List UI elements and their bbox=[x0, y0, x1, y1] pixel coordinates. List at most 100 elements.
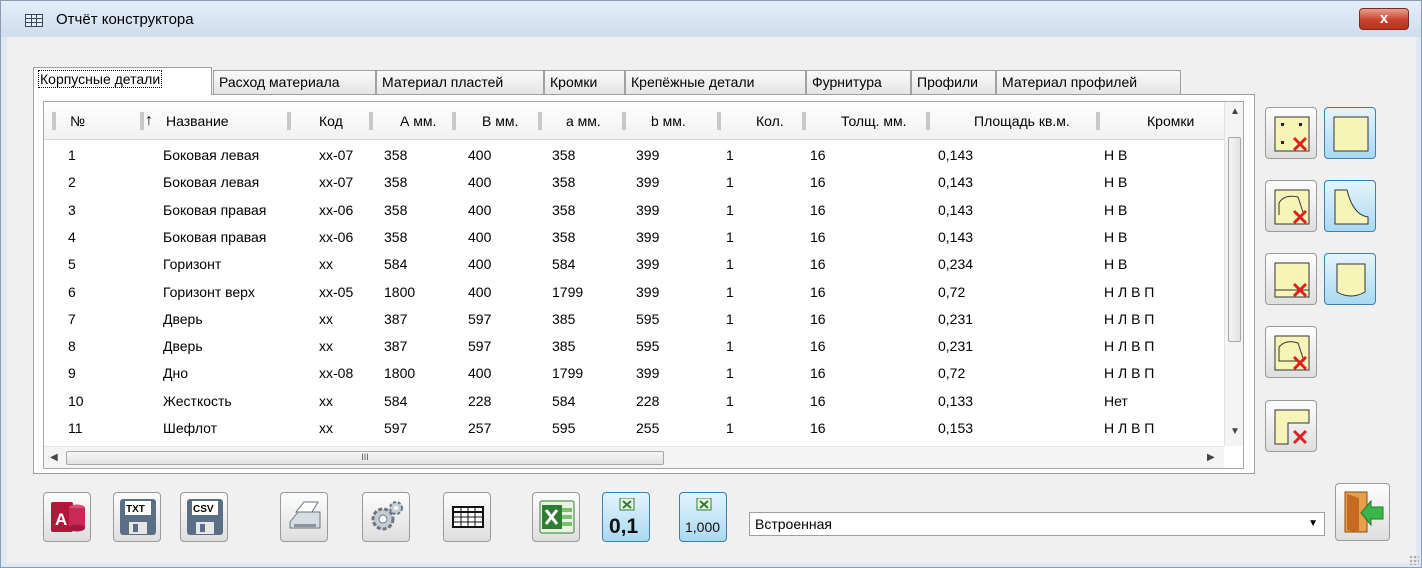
square-panel-button[interactable] bbox=[1324, 107, 1376, 159]
table-cell: 595 bbox=[552, 420, 576, 436]
table-cell: 597 bbox=[384, 420, 408, 436]
export-txt-button[interactable]: TXT bbox=[113, 492, 161, 542]
panel-notch-delete-icon bbox=[1274, 409, 1310, 445]
column-header-name[interactable]: Название bbox=[166, 102, 229, 140]
table-row[interactable]: 7 Дверь xx 387 597 385 595 1 16 0,231 Н Л В П bbox=[44, 306, 1224, 332]
delete-notch-button[interactable] bbox=[1265, 400, 1317, 452]
print-button[interactable] bbox=[280, 492, 328, 542]
table-row[interactable]: 11 Шефлот xx 597 257 595 255 1 16 0,153 Н Л В П bbox=[44, 415, 1224, 441]
table-row[interactable]: 10 Жесткость xx 584 228 584 228 1 16 0,133 Нет bbox=[44, 388, 1224, 414]
column-header-a-upper[interactable]: А мм. bbox=[400, 102, 436, 140]
tab-edges[interactable]: Кромки bbox=[544, 70, 625, 94]
column-separator[interactable] bbox=[802, 112, 806, 130]
curve-panel-button[interactable] bbox=[1324, 180, 1376, 232]
scroll-right-icon[interactable]: ▶ bbox=[1207, 452, 1215, 463]
tab-material-usage[interactable]: Расход материала bbox=[213, 70, 376, 94]
excel-decimal-icon: 0,1 bbox=[609, 498, 639, 536]
table-cell: 255 bbox=[636, 420, 660, 436]
table-cell: 2 bbox=[68, 174, 76, 191]
delete-arc-button[interactable] bbox=[1265, 180, 1317, 232]
table-row[interactable]: 3 Боковая правая xx-06 358 400 358 399 1 16 0,143… bbox=[44, 197, 1224, 223]
horizontal-scrollbar[interactable]: ◀ III ▶ bbox=[44, 446, 1224, 468]
column-separator[interactable] bbox=[538, 112, 542, 130]
table-row[interactable]: 1 Боковая левая xx-07 358 400 358 399 1 16 0,143 Н… bbox=[44, 142, 1224, 168]
table-row[interactable]: 9 Дно xx-08 1800 400 1799 399 1 16 0,72 Н Л В П bbox=[44, 360, 1224, 386]
export-csv-button[interactable]: CSV bbox=[180, 492, 228, 542]
close-button[interactable]: x bbox=[1359, 8, 1409, 30]
horizontal-scroll-thumb[interactable]: III bbox=[66, 451, 664, 465]
svg-text:CSV: CSV bbox=[193, 504, 214, 515]
column-separator[interactable] bbox=[622, 112, 626, 130]
column-header-b-upper[interactable]: В мм. bbox=[482, 102, 518, 140]
column-separator[interactable] bbox=[926, 112, 930, 130]
column-header-b-lower[interactable]: b мм. bbox=[651, 102, 686, 140]
table-cell: 399 bbox=[636, 283, 660, 300]
export-excel-button[interactable] bbox=[532, 492, 580, 542]
table-cell: 3 bbox=[68, 201, 76, 218]
table-cell: Н В bbox=[1104, 256, 1128, 273]
cylinder-panel-button[interactable] bbox=[1324, 253, 1376, 305]
scroll-left-icon[interactable]: ◀ bbox=[50, 452, 58, 463]
table-cell: 11 bbox=[68, 420, 83, 436]
table-cell: 16 bbox=[810, 420, 826, 436]
svg-text:1,000: 1,000 bbox=[685, 519, 720, 535]
column-header-thickness[interactable]: Толщ. мм. bbox=[841, 102, 907, 140]
table-row[interactable]: 8 Дверь xx 387 597 385 595 1 16 0,231 Н Л В П bbox=[44, 333, 1224, 359]
table-cell: 1 bbox=[726, 256, 734, 273]
chevron-down-icon[interactable]: ▼ bbox=[1308, 513, 1318, 535]
column-header-a-lower[interactable]: а мм. bbox=[566, 102, 601, 140]
column-separator[interactable] bbox=[140, 112, 144, 130]
column-header-area[interactable]: Площадь кв.м. bbox=[974, 102, 1070, 140]
export-access-button[interactable]: A bbox=[43, 492, 91, 542]
table-cell: 385 bbox=[552, 310, 576, 327]
title-bar[interactable]: Отчёт конструктора x bbox=[1, 1, 1421, 37]
table-row[interactable]: 2 Боковая левая xx-07 358 400 358 399 1 16 0,143 Н… bbox=[44, 169, 1224, 195]
delete-holes-button[interactable] bbox=[1265, 107, 1317, 159]
table-cell: 16 bbox=[810, 174, 826, 191]
table-cell: 9 bbox=[68, 365, 76, 382]
table-cell: Боковая левая bbox=[163, 174, 260, 191]
table-row[interactable]: 6 Горизонт верх xx-05 1800 400 1799 399 1 16 0,72… bbox=[44, 279, 1224, 305]
vertical-scroll-thumb[interactable] bbox=[1228, 137, 1241, 342]
delete-edge-button[interactable] bbox=[1265, 253, 1317, 305]
table-cell: 400 bbox=[468, 147, 492, 163]
excel-format-thousand-button[interactable]: 1,000 bbox=[679, 492, 727, 542]
table-cell: 0,143 bbox=[938, 147, 974, 163]
column-separator[interactable] bbox=[52, 112, 56, 130]
tab-panel: № ↑ Название Код А мм. В мм. а мм. b мм.… bbox=[33, 94, 1255, 474]
tab-hardware[interactable]: Фурнитура bbox=[806, 70, 911, 94]
table-row[interactable]: 4 Боковая правая xx-06 358 400 358 399 1 16 0,143… bbox=[44, 224, 1224, 250]
template-select[interactable]: Встроенная ▼ bbox=[749, 512, 1325, 536]
settings-button[interactable] bbox=[362, 492, 410, 542]
column-header-qty[interactable]: Кол. bbox=[756, 102, 784, 140]
scroll-up-icon[interactable]: ▲ bbox=[1230, 106, 1240, 117]
column-separator[interactable] bbox=[287, 112, 291, 130]
tab-profiles[interactable]: Профили bbox=[911, 70, 996, 94]
column-header-number[interactable]: № bbox=[70, 102, 85, 140]
resize-grip-icon[interactable] bbox=[1409, 555, 1419, 565]
tab-profile-material[interactable]: Материал профилей bbox=[996, 70, 1181, 94]
table-cell: 400 bbox=[468, 228, 492, 245]
column-separator[interactable] bbox=[1096, 112, 1100, 130]
table-cell: 16 bbox=[810, 256, 826, 273]
column-header-edges[interactable]: Кромки bbox=[1147, 102, 1194, 140]
tab-cabinet-parts[interactable]: Корпусные детали bbox=[33, 67, 212, 95]
column-header-code[interactable]: Код bbox=[319, 102, 343, 140]
panel-curve-icon bbox=[1334, 189, 1369, 225]
column-separator[interactable] bbox=[452, 112, 456, 130]
tab-sheet-material[interactable]: Материал пластей bbox=[376, 70, 544, 94]
scroll-down-icon[interactable]: ▼ bbox=[1230, 426, 1240, 437]
tab-fasteners[interactable]: Крепёжные детали bbox=[625, 70, 806, 94]
excel-format-decimal-button[interactable]: 0,1 bbox=[602, 492, 650, 542]
table-view-button[interactable] bbox=[443, 492, 491, 542]
column-separator[interactable] bbox=[369, 112, 373, 130]
delete-round-button[interactable] bbox=[1265, 326, 1317, 378]
table-cell: 1 bbox=[726, 147, 734, 163]
table-row[interactable]: 5 Горизонт xx 584 400 584 399 1 16 0,234 Н В bbox=[44, 251, 1224, 277]
panel-round-delete-icon bbox=[1274, 335, 1310, 371]
exit-button[interactable] bbox=[1335, 483, 1390, 541]
table-cell: 0,153 bbox=[938, 420, 974, 436]
column-separator[interactable] bbox=[717, 112, 721, 130]
vertical-scrollbar[interactable]: ▲ ▼ bbox=[1224, 102, 1243, 446]
table-cell: xx bbox=[319, 338, 333, 355]
